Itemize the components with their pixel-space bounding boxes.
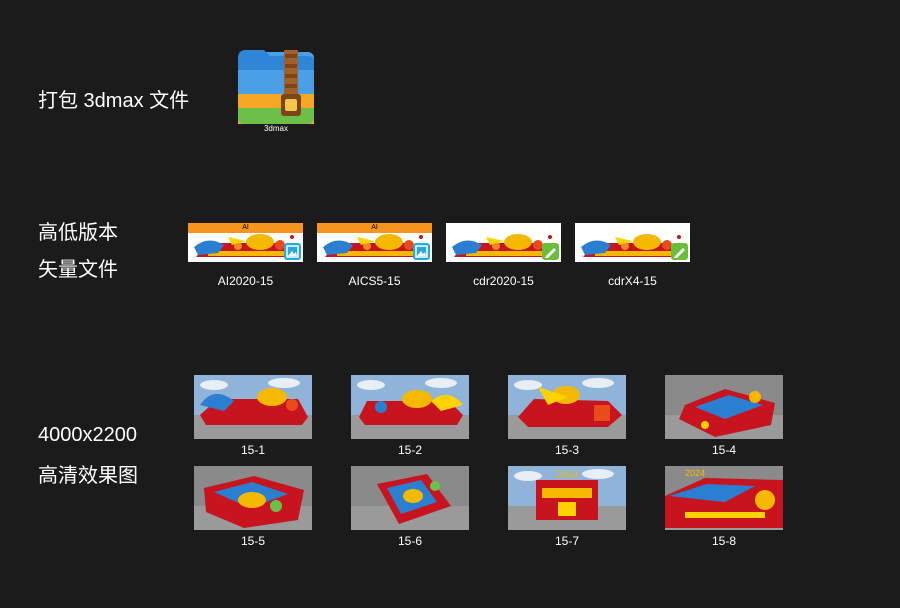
- svg-text:2024: 2024: [685, 468, 705, 478]
- float-render: [194, 375, 312, 439]
- vector-file-caption: cdrX4-15: [608, 274, 657, 288]
- render-image-caption: 15-6: [397, 534, 423, 548]
- image-icon: [413, 243, 430, 260]
- render-image-caption: 15-2: [397, 443, 423, 457]
- float-render: [194, 466, 312, 530]
- render-image-caption: 15-5: [240, 534, 266, 548]
- vector-file-thumbnail[interactable]: AI: [317, 223, 432, 262]
- render-image-caption: 15-8: [711, 534, 737, 548]
- svg-text:2024: 2024: [556, 470, 579, 481]
- render-image-thumbnail[interactable]: 2024: [665, 466, 783, 530]
- vector-file-caption: AICS5-15: [348, 274, 401, 288]
- render-image-thumbnail[interactable]: [351, 466, 469, 530]
- section-vector-label-line2: 矢量文件: [38, 259, 118, 281]
- image-icon: [284, 243, 301, 260]
- render-image-caption: 15-7: [554, 534, 580, 548]
- zip-icon-caption: 3dmax: [263, 124, 288, 133]
- render-image-thumbnail[interactable]: 2024: [508, 466, 626, 530]
- vector-file-thumbnail[interactable]: AI: [188, 223, 303, 262]
- float-render: [508, 375, 626, 439]
- render-image-thumbnail[interactable]: [508, 375, 626, 439]
- float-render: [665, 375, 783, 439]
- pen-icon: [671, 243, 688, 260]
- pen-icon: [542, 243, 559, 260]
- vector-file-caption: AI2020-15: [217, 274, 274, 288]
- float-render: 2024: [665, 466, 783, 530]
- float-render: [351, 466, 469, 530]
- section-3dmax-label: 打包 3dmax 文件: [38, 90, 190, 112]
- render-image-thumbnail[interactable]: [351, 375, 469, 439]
- vector-file-thumbnail[interactable]: [575, 223, 690, 262]
- vector-file-thumbnail[interactable]: [446, 223, 561, 262]
- zip-archive-icon[interactable]: 3dmax: [236, 46, 316, 134]
- render-image-caption: 15-3: [554, 443, 580, 457]
- render-image-thumbnail[interactable]: [665, 375, 783, 439]
- vector-file-caption: cdr2020-15: [473, 274, 534, 288]
- render-image-thumbnail[interactable]: [194, 375, 312, 439]
- section-renders-label-line1: 4000x2200: [38, 424, 137, 446]
- float-render: [351, 375, 469, 439]
- render-image-caption: 15-4: [711, 443, 737, 457]
- section-renders-label-line2: 高清效果图: [38, 465, 138, 487]
- float-render: 2024: [508, 466, 626, 530]
- render-image-thumbnail[interactable]: [194, 466, 312, 530]
- render-image-caption: 15-1: [240, 443, 266, 457]
- section-vector-label-line1: 高低版本: [38, 222, 118, 244]
